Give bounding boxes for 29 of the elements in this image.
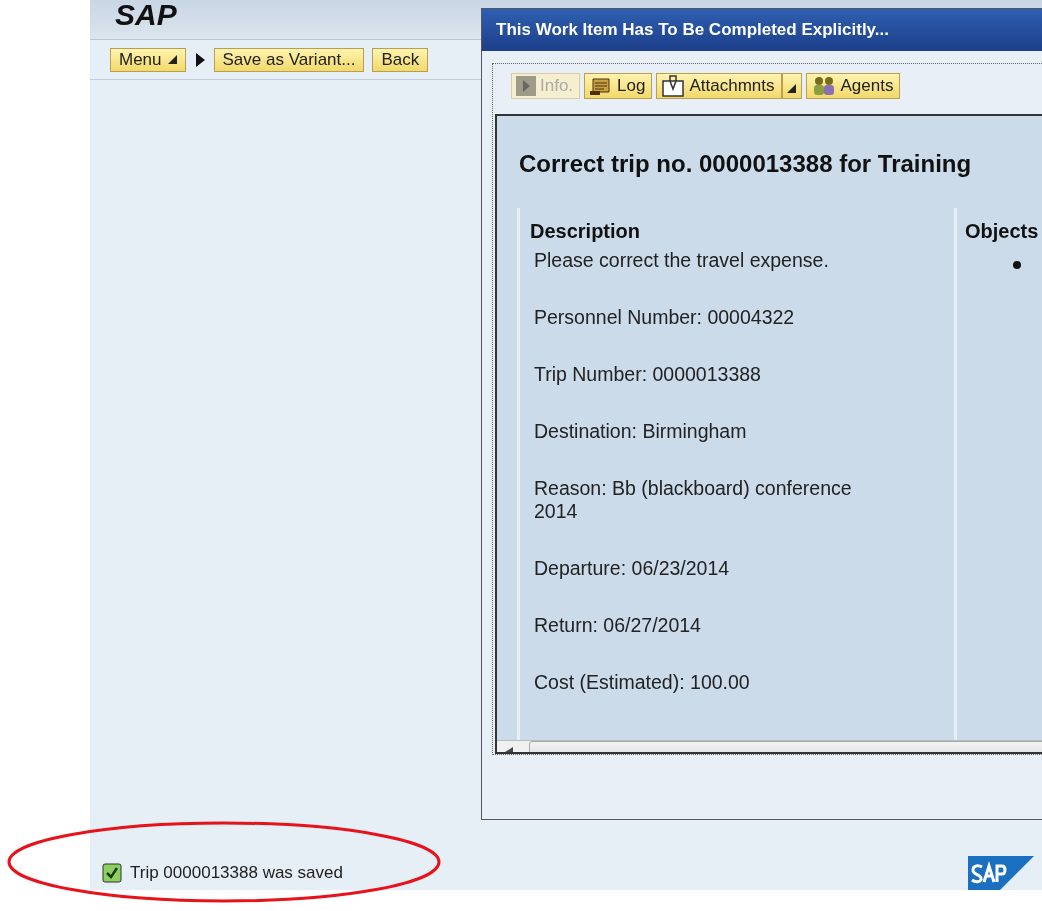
description-line: Reason: Bb (blackboard) conference 2014 — [534, 477, 853, 523]
toolbar-button[interactable]: Back — [372, 47, 429, 72]
dialog-title: This Work Item Has To Be Completed Explicitly... — [482, 9, 1042, 51]
dialog-toolbar-button[interactable]: Agents — [805, 73, 901, 99]
description-line: Trip Number: 0000013388 — [534, 363, 762, 386]
caret-icon — [787, 84, 796, 93]
toolbar-button[interactable]: Menu — [110, 47, 186, 72]
dropdown-button[interactable] — [781, 73, 802, 99]
section-title: Objects — [965, 220, 1039, 243]
bullet-icon — [1013, 261, 1021, 269]
brand-title: SAP — [115, 0, 177, 30]
sap-logo — [968, 856, 1034, 890]
check-icon — [102, 863, 122, 883]
status-message: Trip 0000013388 was saved — [130, 863, 343, 883]
bag-icon — [661, 75, 686, 97]
caret-icon — [167, 55, 177, 64]
description-line: Return: 06/27/2014 — [534, 614, 702, 637]
dialog-toolbar-button[interactable]: Log — [584, 73, 653, 99]
description-line: Departure: 06/23/2014 — [534, 557, 731, 580]
description-line: Please correct the travel expense. — [534, 249, 830, 272]
description-line: Cost (Estimated): 100.00 — [534, 671, 751, 694]
work-item-heading: Correct trip no. 0000013388 for Training — [519, 150, 973, 178]
description-line: Personnel Number: 00004322 — [534, 306, 796, 329]
section-title: Description — [530, 220, 642, 243]
expand-arrow-icon[interactable] — [193, 51, 206, 68]
description-line: Destination: Birmingham — [534, 420, 748, 443]
play-icon — [516, 76, 536, 96]
toolbar-button[interactable]: Save as Variant... — [213, 47, 365, 72]
dialog-toolbar-button[interactable]: Attachmnts — [656, 73, 782, 99]
